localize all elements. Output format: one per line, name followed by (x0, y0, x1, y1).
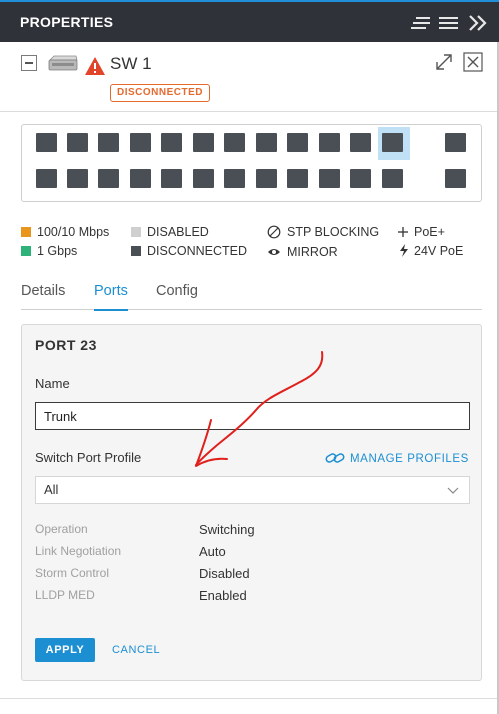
legend-disconnected: DISCONNECTED (131, 242, 247, 260)
switch-port[interactable] (130, 169, 151, 188)
switch-port[interactable] (161, 133, 182, 152)
port-name-input[interactable] (35, 402, 470, 430)
chevron-down-icon (447, 487, 459, 494)
eye-icon (268, 249, 280, 255)
port-grid (21, 124, 482, 202)
switch-port[interactable] (256, 133, 277, 152)
link-icon (325, 453, 345, 463)
profile-label: Switch Port Profile (35, 450, 142, 465)
status-badge: DISCONNECTED (110, 84, 211, 102)
legend-poe-plus: PoE+ (397, 223, 445, 241)
bottom-divider (0, 698, 499, 699)
legend-mirror: MIRROR (267, 243, 338, 261)
switch-port[interactable] (224, 169, 245, 188)
device-header: SW 1 DISCONNECTED (0, 42, 499, 112)
port-settings-card: PORT 23 Name Switch Port Profile MANAGE … (21, 324, 482, 681)
legend-stp-blocking: STP BLOCKING (267, 223, 379, 241)
profile-select-value: All (44, 482, 59, 497)
blocked-circle-icon (267, 225, 281, 239)
switch-port[interactable] (224, 133, 245, 152)
apply-button[interactable]: APPLY (35, 638, 95, 662)
switch-port[interactable] (319, 169, 340, 188)
detail-row-storm-control: Storm Control Disabled (35, 566, 465, 584)
warning-icon (85, 57, 105, 75)
switch-port[interactable] (67, 133, 88, 152)
name-label: Name (35, 376, 70, 391)
tab-details[interactable]: Details (21, 283, 65, 310)
legend-disabled: DISABLED (131, 223, 209, 241)
switch-port[interactable] (193, 169, 214, 188)
uplink-port[interactable] (445, 133, 466, 152)
detail-key: Link Negotiation (35, 544, 122, 558)
detail-value: Disabled (199, 566, 250, 581)
switch-port[interactable] (256, 169, 277, 188)
gray-swatch (131, 227, 141, 237)
detail-value: Enabled (199, 588, 247, 603)
legend-100-10-mbps: 100/10 Mbps (21, 223, 109, 241)
properties-header: PROPERTIES (0, 0, 499, 42)
tab-ports[interactable]: Ports (94, 283, 128, 311)
expand-icon[interactable] (434, 52, 454, 72)
switch-port[interactable] (382, 169, 403, 188)
switch-port[interactable] (319, 133, 340, 152)
detail-row-operation: Operation Switching (35, 522, 465, 540)
device-name: SW 1 (110, 54, 152, 73)
close-icon[interactable] (463, 52, 483, 72)
collapse-icon[interactable] (21, 55, 37, 71)
plus-icon (398, 227, 408, 237)
detail-value: Switching (199, 522, 255, 537)
switch-device-icon (48, 55, 78, 71)
switch-port[interactable] (67, 169, 88, 188)
menu-icon[interactable] (438, 13, 460, 33)
detail-key: LLDP MED (35, 588, 95, 602)
port-legend: 100/10 Mbps 1 Gbps DISABLED DISCONNECTED… (21, 223, 491, 263)
detail-key: Operation (35, 522, 88, 536)
port-title: PORT 23 (35, 337, 97, 353)
detail-row-link-negotiation: Link Negotiation Auto (35, 544, 465, 562)
list-sort-icon[interactable] (410, 13, 432, 33)
uplink-port[interactable] (445, 169, 466, 188)
switch-port[interactable] (193, 133, 214, 152)
legend-24v-poe: 24V PoE (399, 242, 463, 260)
detail-key: Storm Control (35, 566, 110, 580)
switch-port[interactable] (98, 169, 119, 188)
switch-port[interactable] (36, 133, 57, 152)
switch-port-profile-select[interactable]: All (35, 476, 470, 504)
bolt-icon (400, 244, 408, 257)
tab-config[interactable]: Config (156, 283, 198, 310)
orange-swatch (21, 227, 31, 237)
panel-title: PROPERTIES (20, 14, 114, 30)
legend-1-gbps: 1 Gbps (21, 242, 77, 260)
switch-port[interactable] (36, 169, 57, 188)
switch-port[interactable] (130, 133, 151, 152)
cancel-button[interactable]: CANCEL (112, 638, 160, 662)
switch-port[interactable] (98, 133, 119, 152)
green-swatch (21, 246, 31, 256)
manage-profiles-link[interactable]: MANAGE PROFILES (325, 451, 469, 465)
collapse-panel-icon[interactable] (467, 13, 489, 33)
switch-port[interactable] (350, 169, 371, 188)
detail-value: Auto (199, 544, 226, 559)
detail-row-lldp-med: LLDP MED Enabled (35, 588, 465, 606)
switch-port[interactable] (287, 133, 308, 152)
switch-port[interactable] (287, 169, 308, 188)
switch-port[interactable] (350, 133, 371, 152)
dark-swatch (131, 246, 141, 256)
tab-bar: Details Ports Config (21, 283, 482, 311)
switch-port[interactable] (382, 133, 403, 152)
switch-port[interactable] (161, 169, 182, 188)
